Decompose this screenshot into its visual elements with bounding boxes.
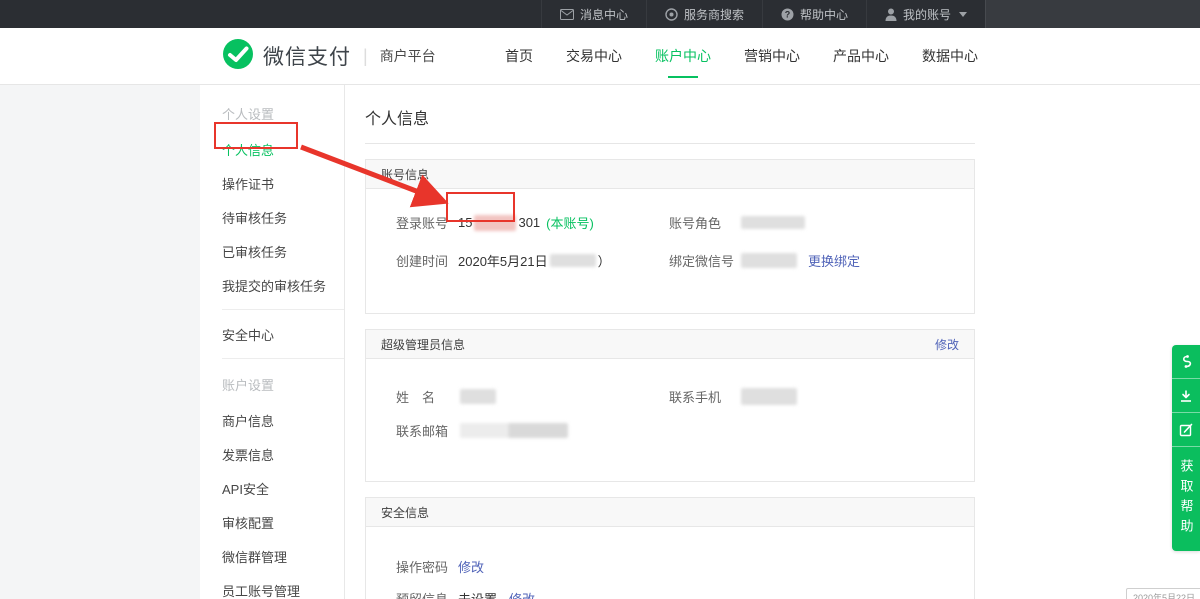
topbar-item-label: 服务商搜索 — [684, 6, 744, 23]
nav-item-product-center[interactable]: 产品中心 — [833, 40, 889, 72]
sidebar-item-merchant-info[interactable]: 商户信息 — [200, 403, 344, 437]
app-header: 微信支付 | 商户平台 首页 交易中心 账户中心 营销中心 产品中心 数据中心 — [0, 28, 1200, 85]
sidebar-item-review-config[interactable]: 审核配置 — [200, 505, 344, 539]
topbar-filler — [985, 0, 1200, 28]
nav-item-data-center[interactable]: 数据中心 — [922, 40, 978, 72]
hook-icon[interactable] — [1172, 345, 1200, 379]
operation-password-label: 操作密码 — [396, 557, 458, 576]
brand-name: 微信支付 — [263, 41, 351, 71]
sidebar-item-my-submitted-tasks[interactable]: 我提交的审核任务 — [200, 268, 344, 302]
sidebar-group-account-settings: 账户设置 — [200, 366, 344, 403]
sidebar-item-personal-info[interactable]: 个人信息 — [200, 132, 344, 166]
nav-item-account-center[interactable]: 账户中心 — [655, 40, 711, 72]
redacted-admin-name — [460, 389, 496, 404]
sidebar-item-operation-certificate[interactable]: 操作证书 — [200, 166, 344, 200]
login-account-label: 登录账号 — [396, 213, 458, 232]
sidebar-item-wechat-group-mgmt[interactable]: 微信群管理 — [200, 539, 344, 573]
brand-separator: | — [363, 46, 368, 67]
feedback-edit-icon[interactable] — [1172, 413, 1200, 447]
sidebar-item-staff-account-mgmt[interactable]: 员工账号管理 — [200, 573, 344, 599]
topbar-item-help-center[interactable]: ? 帮助中心 — [762, 0, 866, 28]
sidebar-group-personal-settings: 个人设置 — [200, 95, 344, 132]
created-time-value: 2020年5月21日 ） — [458, 251, 611, 270]
reserved-info-value: 未设置 — [458, 589, 497, 599]
redacted-login-account — [474, 215, 516, 231]
sidebar-item-api-security[interactable]: API安全 — [200, 471, 344, 505]
mail-icon — [560, 9, 574, 20]
wechat-pay-icon — [222, 38, 254, 75]
contact-phone-label: 联系手机 — [669, 387, 739, 406]
topbar-item-label: 帮助中心 — [800, 6, 848, 23]
sidebar-item-pending-review-tasks[interactable]: 待审核任务 — [200, 200, 344, 234]
topbar-item-label: 消息中心 — [580, 6, 628, 23]
admin-modify-link[interactable]: 修改 — [935, 336, 959, 353]
redacted-contact-email — [460, 423, 568, 438]
topbar: 消息中心 服务商搜索 ? 帮助中心 我的账号 — [0, 0, 1200, 28]
panel-account-info: 账号信息 登录账号 15 301 (本账号) 账号角色 — [365, 159, 975, 314]
page-body: 个人设置 个人信息 操作证书 待审核任务 已审核任务 我提交的审核任务 安全中心… — [200, 85, 1200, 599]
topbar-item-message-center[interactable]: 消息中心 — [541, 0, 646, 28]
sidebar-divider — [222, 358, 344, 359]
help-icon: ? — [781, 8, 794, 21]
brand-logo[interactable]: 微信支付 | 商户平台 — [200, 38, 436, 75]
main-nav: 首页 交易中心 账户中心 营销中心 产品中心 数据中心 — [505, 40, 978, 72]
bound-wechat-label: 绑定微信号 — [669, 251, 739, 270]
brand-subtitle: 商户平台 — [380, 46, 436, 66]
main-content: 个人信息 账号信息 登录账号 15 301 (本账号) 账 — [345, 85, 1200, 599]
topbar-item-my-account[interactable]: 我的账号 — [866, 0, 985, 28]
panel-admin-info: 超级管理员信息 修改 姓 名 联系手机 联系邮箱 — [365, 329, 975, 482]
sidebar-divider — [222, 309, 344, 310]
redacted-contact-phone — [741, 388, 797, 405]
sidebar: 个人设置 个人信息 操作证书 待审核任务 已审核任务 我提交的审核任务 安全中心… — [200, 85, 345, 599]
rebind-wechat-link[interactable]: 更换绑定 — [808, 251, 860, 270]
panel-account-info-header: 账号信息 — [366, 160, 974, 189]
reserved-info-label: 预留信息 — [396, 589, 458, 599]
panel-security-info: 安全信息 操作密码 修改 预留信息 未设置 修改 预留信息是由你自己 — [365, 497, 975, 599]
user-icon — [885, 8, 897, 21]
password-modify-link[interactable]: 修改 — [458, 557, 484, 576]
floating-toolbar: 获取帮助 — [1172, 345, 1200, 551]
sidebar-item-reviewed-tasks[interactable]: 已审核任务 — [200, 234, 344, 268]
reserved-modify-link[interactable]: 修改 — [509, 589, 535, 599]
page-title: 个人信息 — [365, 103, 975, 144]
admin-name-label: 姓 名 — [396, 387, 458, 406]
nav-item-marketing-center[interactable]: 营销中心 — [744, 40, 800, 72]
panel-security-info-header: 安全信息 — [366, 498, 974, 527]
current-account-note: (本账号) — [546, 213, 594, 232]
login-account-value: 15 301 — [458, 215, 540, 231]
account-role-label: 账号角色 — [669, 213, 739, 232]
redacted-created-time — [550, 254, 596, 267]
nav-item-transaction-center[interactable]: 交易中心 — [566, 40, 622, 72]
panel-admin-info-header: 超级管理员信息 — [381, 336, 465, 353]
nav-item-home[interactable]: 首页 — [505, 40, 533, 72]
contact-email-label: 联系邮箱 — [396, 421, 458, 440]
download-icon[interactable] — [1172, 379, 1200, 413]
created-time-label: 创建时间 — [396, 251, 458, 270]
redacted-bound-wechat — [741, 253, 797, 268]
svg-text:?: ? — [785, 9, 791, 19]
sidebar-item-invoice-info[interactable]: 发票信息 — [200, 437, 344, 471]
service-search-icon — [665, 8, 678, 21]
chevron-down-icon — [959, 12, 967, 17]
redacted-account-role — [741, 216, 805, 229]
sidebar-item-security-center[interactable]: 安全中心 — [200, 317, 344, 351]
get-help-button[interactable]: 获取帮助 — [1172, 447, 1200, 551]
date-chip: 2020年5月22日 — [1126, 588, 1200, 599]
topbar-item-service-search[interactable]: 服务商搜索 — [646, 0, 762, 28]
topbar-item-label: 我的账号 — [903, 6, 951, 23]
